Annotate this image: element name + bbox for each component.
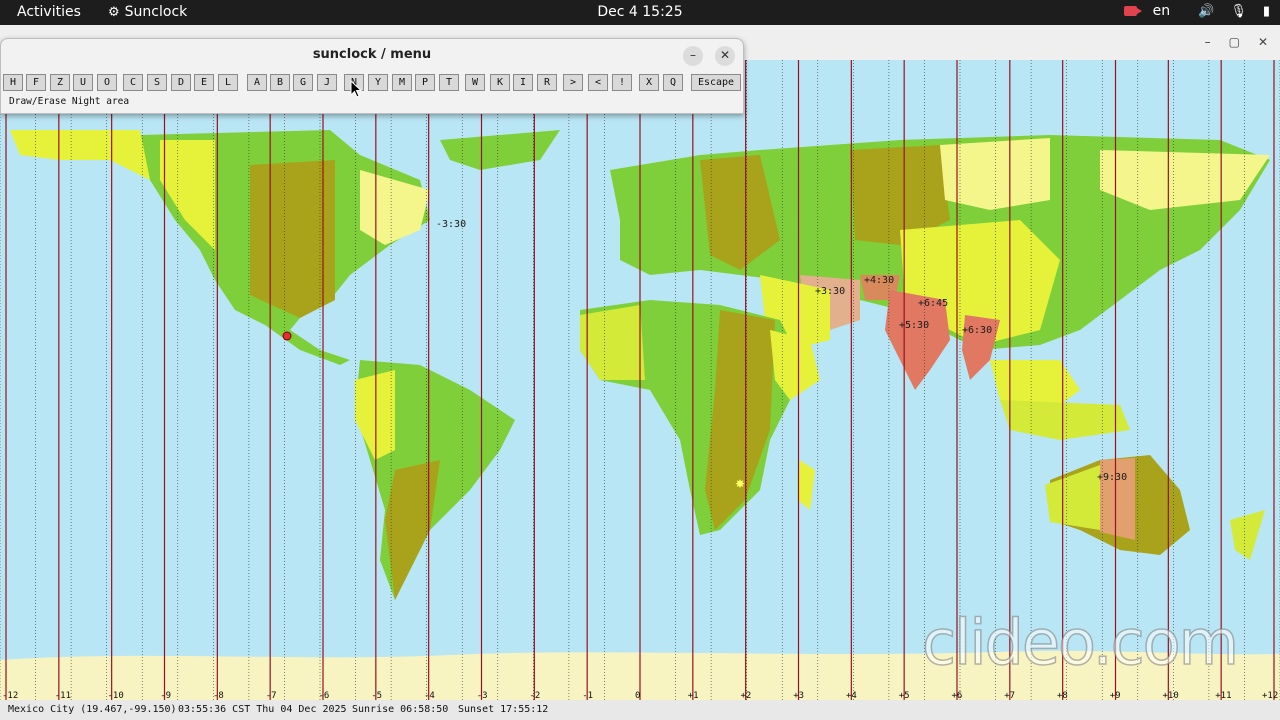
clock-datetime[interactable]: Dec 4 15:25 [597,4,682,20]
menu-button-a[interactable]: A [247,74,267,91]
menu-button-escape[interactable]: Escape [691,74,741,91]
status-bar: Mexico City (19.467,-99.150) 03:55:36 CS… [0,700,1280,720]
menu-button-b[interactable]: B [270,74,290,91]
menu-button-j[interactable]: J [317,74,337,91]
central-australia-zone [1100,458,1135,540]
menu-button-symbol[interactable]: ! [612,74,632,91]
menu-button-t[interactable]: T [439,74,459,91]
status-sunset: Sunset 17:55:12 [458,704,549,715]
camera-indicator-icon[interactable] [1123,6,1142,16]
microphone-icon[interactable]: 🎙 [1230,4,1247,19]
sunclock-app-icon: ⚙ [108,4,120,20]
menu-button-l[interactable]: L [218,74,238,91]
minimize-icon[interactable]: – [1205,35,1211,49]
tz-label: +6:45 [918,298,948,309]
tz-label: +9:30 [1097,472,1127,483]
system-top-bar: Activities ⚙ Sunclock Dec 4 15:25 en 🔊 🎙… [0,0,1280,25]
menu-button-r[interactable]: R [537,74,557,91]
menu-button-z[interactable]: Z [50,74,70,91]
menu-button-symbol[interactable]: < [588,74,608,91]
menu-button-h[interactable]: H [3,74,23,91]
tz-label: +3:30 [815,286,845,297]
menu-button-m[interactable]: M [392,74,412,91]
menu-button-u[interactable]: U [73,74,93,91]
menu-button-p[interactable]: P [415,74,435,91]
status-sunrise: Sunrise 06:58:50 [352,704,449,715]
status-time: 03:55:36 CST Thu 04 Dec 2025 [178,704,347,715]
minimize-button[interactable]: – [683,46,703,66]
status-city: Mexico City (19.467,-99.150) [8,704,177,715]
language-indicator[interactable]: en [1153,3,1171,19]
tz-label: +5:30 [899,320,929,331]
menu-button-y[interactable]: Y [368,74,388,91]
menu-button-i[interactable]: I [513,74,533,91]
menu-button-k[interactable]: K [490,74,510,91]
menu-button-w[interactable]: W [465,74,485,91]
menu-button-x[interactable]: X [639,74,659,91]
app-menu[interactable]: ⚙ Sunclock [108,4,187,20]
menu-button-f[interactable]: F [26,74,46,91]
maximize-icon[interactable]: ▢ [1229,35,1240,49]
tz-label: +4:30 [864,275,894,286]
close-icon[interactable]: ✕ [1258,35,1268,49]
tz-label: +6:30 [962,325,992,336]
sun-position-icon: ✸ [735,477,745,491]
menu-button-c[interactable]: C [123,74,143,91]
mouse-cursor-icon [350,80,362,98]
menu-button-q[interactable]: Q [663,74,683,91]
sunclock-menu-window: sunclock / menu – ✕ HFZUOCSDELABGJNYMPTW… [0,38,744,114]
app-name-label: Sunclock [124,4,188,20]
activities-button[interactable]: Activities [17,4,81,20]
menu-button-symbol[interactable]: > [563,74,583,91]
menu-button-g[interactable]: G [293,74,313,91]
tz-label: -3:30 [436,219,466,230]
battery-icon[interactable]: ▮ [1263,4,1270,19]
menu-button-s[interactable]: S [147,74,167,91]
city-marker-icon[interactable] [282,331,292,341]
menu-button-e[interactable]: E [194,74,214,91]
watermark-text: clideo.com [921,605,1240,680]
menu-button-d[interactable]: D [171,74,191,91]
menu-button-o[interactable]: O [97,74,117,91]
close-button[interactable]: ✕ [715,46,735,66]
volume-icon[interactable]: 🔊 [1198,4,1214,19]
menu-window-title: sunclock / menu [312,47,432,62]
menu-hint-text: Draw/Erase Night area [9,96,130,107]
north-america-central-zone [250,160,335,318]
